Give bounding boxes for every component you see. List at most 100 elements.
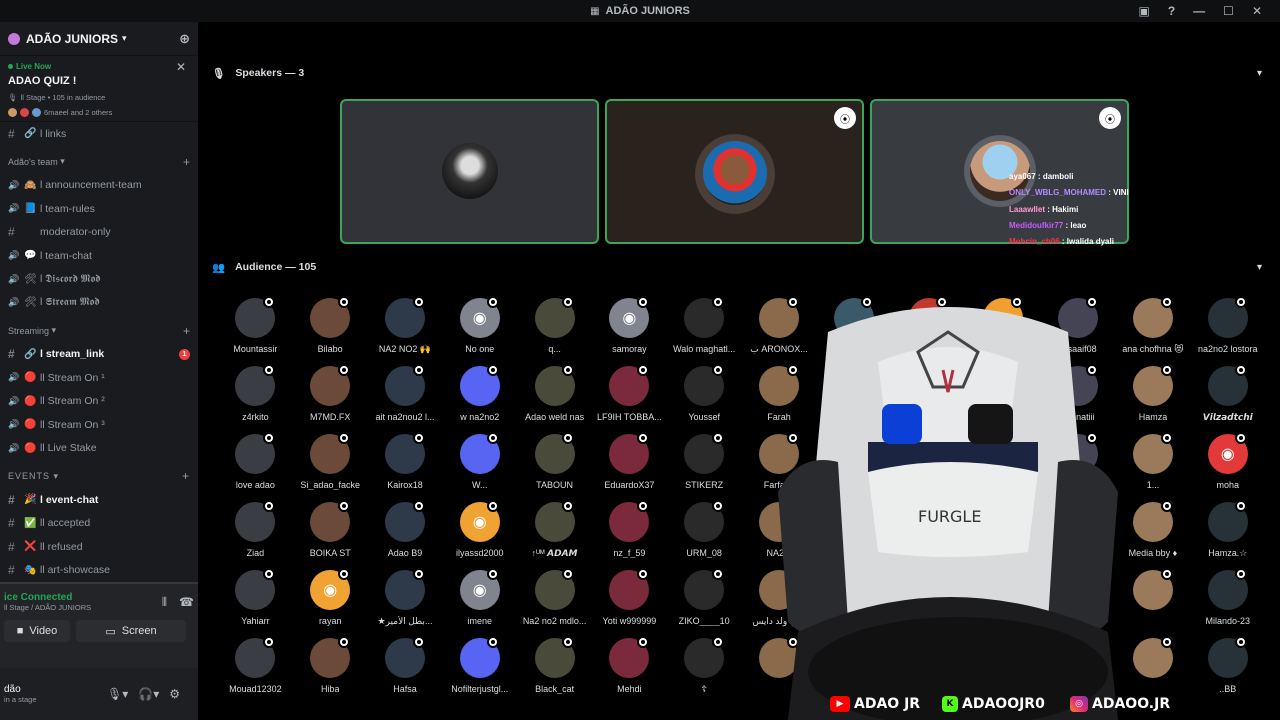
audience-member[interactable]: na2no2 lostora (1190, 296, 1265, 364)
audience-member[interactable]: Yahiarr (218, 568, 293, 636)
audience-member[interactable]: ..BB (1190, 636, 1265, 704)
audience-member[interactable]: nz_f_59 (592, 500, 667, 568)
audience-member[interactable]: w na2no2 (442, 364, 517, 432)
audience-member[interactable]: EduardoX37 (592, 432, 667, 500)
window-titlebar: ▦ ADÃO JUNIORS ▣ ? — ☐ ✕ (0, 0, 1280, 22)
channel-text[interactable]: # 🔗 l stream_link 1 (0, 343, 198, 367)
audience-header[interactable]: 👥 Audience — 105 ▾ (212, 260, 1262, 274)
audience-member[interactable]: ◉ ilyassd2000 (442, 500, 517, 568)
audience-member[interactable]: URM_08 (667, 500, 742, 568)
audience-member[interactable]: W... (442, 432, 517, 500)
audience-member[interactable]: q... (517, 296, 592, 364)
channel-voice[interactable]: 🔊 💬 l team-chat (0, 244, 198, 268)
microphone-icon[interactable]: 🎙▾ (107, 687, 128, 701)
channel-voice[interactable]: 🔊 🔴 ll Stream On ² (0, 390, 198, 414)
audience-member[interactable]: Hamza.☆ (1190, 500, 1265, 568)
audience-member[interactable]: ★بطل الأمير... (368, 568, 443, 636)
channel-voice[interactable]: 🔊 🙈 l announcement-team (0, 174, 198, 198)
close-icon[interactable]: ✕ (176, 60, 186, 74)
audience-member[interactable]: LF9IH TOBBA... (592, 364, 667, 432)
audience-member[interactable]: Bilabo (293, 296, 368, 364)
minimize-button[interactable]: — (1193, 4, 1205, 18)
audience-member[interactable]: Mountassir (218, 296, 293, 364)
channel-voice[interactable]: 🔊 📘 l team-rules (0, 197, 198, 221)
channel-voice[interactable]: 🔊 🔴 ll Live Stake (0, 437, 198, 461)
audience-member[interactable]: Adao B9 (368, 500, 443, 568)
voice-channel[interactable]: ll Stage / ADÃO JUNIORS (4, 603, 91, 612)
noise-suppression-icon[interactable]: ⦀ (162, 595, 167, 610)
invite-people-icon[interactable]: ⊕ (179, 31, 190, 47)
audience-member[interactable]: Milando-23 (1190, 568, 1265, 636)
audience-member[interactable]: Ziad (218, 500, 293, 568)
speakers-header[interactable]: 🎙 Speakers — 3 ▾ (212, 66, 1262, 80)
audience-member[interactable]: ◉ rayan (293, 568, 368, 636)
speaker-tile[interactable] (340, 99, 599, 244)
audience-member[interactable]: Black_cat (517, 636, 592, 704)
audience-member[interactable]: ◉ No one (442, 296, 517, 364)
audience-member[interactable]: M7MD.FX (293, 364, 368, 432)
help-icon[interactable]: ? (1168, 4, 1175, 18)
audience-member[interactable]: Na2 no2 mdlo... (517, 568, 592, 636)
audience-member[interactable]: ↑ᵁᴹ 𝘼𝘿𝘼𝙈 (517, 500, 592, 568)
audience-member[interactable]: z4rkito (218, 364, 293, 432)
channel-voice[interactable]: 🔊 🛠 l 𝕯𝖎𝖘𝖈𝖔𝖗𝖉 𝕸𝖔𝖉 (0, 268, 198, 292)
channel-emoji-icon: 🙈 (24, 179, 37, 191)
maximize-button[interactable]: ☐ (1223, 4, 1234, 18)
audience-member[interactable]: Adao weld nas (517, 364, 592, 432)
audience-member[interactable]: NA2 NO2 🙌 (368, 296, 443, 364)
video-button[interactable]: ■ Video (4, 620, 70, 642)
audience-member[interactable]: ◉ imene (442, 568, 517, 636)
audience-member[interactable]: Nofilterjustgl... (442, 636, 517, 704)
audience-member[interactable]: TABOUN (517, 432, 592, 500)
audience-member[interactable]: Kairox18 (368, 432, 443, 500)
audience-member[interactable]: Hiba (293, 636, 368, 704)
channel-text[interactable]: # 🔗 l links (0, 122, 198, 146)
category-events[interactable]: EVENTS ▾ + (0, 464, 198, 488)
category-team[interactable]: Adão's team ▾ + (0, 150, 198, 174)
audience-member[interactable]: Yoti w999999 (592, 568, 667, 636)
audience-member[interactable]: Walo maghatl... (667, 296, 742, 364)
channel-voice[interactable]: 🔊 🔴 ll Stream On ³ (0, 413, 198, 437)
chevron-down-icon[interactable]: ▾ (1257, 262, 1262, 273)
disconnect-icon[interactable]: ☎ (179, 595, 194, 610)
audience-member[interactable]: BOIKA ST (293, 500, 368, 568)
chevron-down-icon[interactable]: ▾ (1257, 68, 1262, 79)
user-info[interactable]: dão in a stage (4, 684, 37, 704)
add-channel-icon[interactable]: + (183, 324, 190, 338)
audience-member[interactable]: 𝙑𝙞𝙡𝙯𝙖𝙙𝙩𝙘𝙝𝙞 (1190, 364, 1265, 432)
audience-member[interactable]: Si_adao_facke (293, 432, 368, 500)
add-channel-icon[interactable]: + (182, 469, 190, 483)
category-streaming[interactable]: Streaming ▾ + (0, 319, 198, 343)
channel-text[interactable]: # moderator-only (0, 221, 198, 245)
chat-user: ONLY_WBLG_MOHAMED (1009, 188, 1107, 198)
audience-member[interactable]: Mouad12302 (218, 636, 293, 704)
audience-member[interactable]: Hafsa (368, 636, 443, 704)
member-name: w na2no2 (460, 412, 500, 422)
add-channel-icon[interactable]: + (183, 155, 190, 169)
settings-gear-icon[interactable]: ⚙ (169, 687, 180, 701)
stage-icon: 🎙 (8, 93, 18, 102)
screen-share-button[interactable]: ▭ Screen (76, 620, 186, 642)
member-name: NA2 NO2 🙌 (378, 344, 432, 354)
audience-member[interactable]: ZIKO____10 (667, 568, 742, 636)
audience-member[interactable]: Mehdi (592, 636, 667, 704)
server-header[interactable]: ADÃO JUNIORS ▾ ⊕ (0, 22, 198, 56)
live-now-card[interactable]: Live Now ADAO QUIZ ! 🎙 ll Stage • 105 in … (0, 56, 198, 122)
speaker-tile[interactable]: ⦿ (605, 99, 864, 244)
inbox-icon[interactable]: ▣ (1138, 4, 1149, 18)
headphones-icon[interactable]: 🎧▾ (138, 687, 159, 701)
audience-member[interactable]: ◉ samoray (592, 296, 667, 364)
audience-member[interactable]: ◉ moha (1190, 432, 1265, 500)
audience-member[interactable]: love adao (218, 432, 293, 500)
audience-member[interactable]: STIKERZ (667, 432, 742, 500)
audience-member[interactable]: Youssef (667, 364, 742, 432)
channel-voice[interactable]: 🔊 🛠 l 𝕾𝖙𝖗𝖊𝖆𝖒 𝕸𝖔𝖉 (0, 291, 198, 315)
channel-voice[interactable]: 🔊 🔴 ll Stream On ¹ (0, 366, 198, 390)
channel-text[interactable]: # ✅ ll accepted (0, 512, 198, 536)
channel-text[interactable]: # ❌ ll refused (0, 535, 198, 559)
channel-text[interactable]: # 🎉 l event-chat (0, 488, 198, 512)
audience-member[interactable]: ☦ (667, 636, 742, 704)
channel-text[interactable]: # 🎭 ll art-showcase (0, 559, 198, 583)
audience-member[interactable]: ait na2nou2 l... (368, 364, 443, 432)
close-button[interactable]: ✕ (1252, 4, 1262, 18)
